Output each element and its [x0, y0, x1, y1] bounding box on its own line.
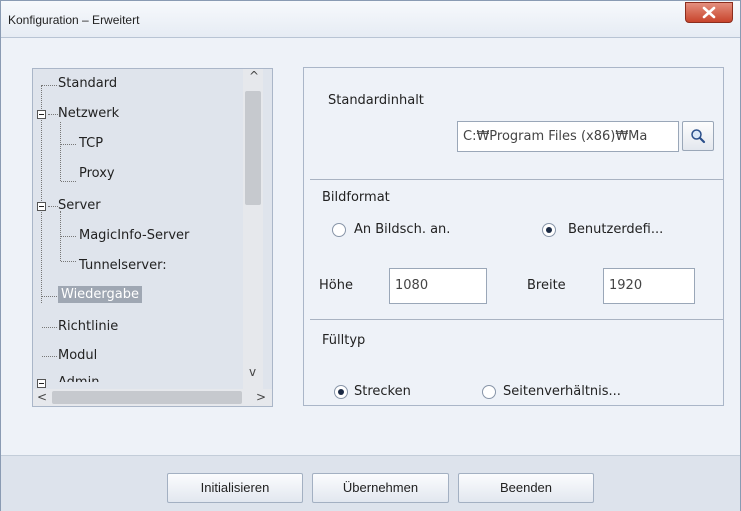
image-format-label: Bildformat	[322, 190, 390, 205]
window-title: Konfiguration – Erweitert	[8, 13, 140, 27]
tree-item-proxy[interactable]: Proxy	[79, 166, 115, 181]
tree-item-modul[interactable]: Modul	[58, 348, 97, 363]
tree-item-wiedergabe[interactable]: Wiedergabe	[58, 286, 143, 303]
tree-item-standard[interactable]: Standard	[58, 76, 117, 91]
default-content-label: Standardinhalt	[328, 93, 424, 108]
scroll-right-arrow-icon[interactable]: >	[256, 390, 266, 404]
title-bar: Konfiguration – Erweitert	[1, 1, 740, 38]
tree-item-tcp[interactable]: TCP	[79, 136, 103, 151]
scroll-left-arrow-icon[interactable]: <	[37, 390, 47, 404]
config-dialog: Konfiguration – Erweitert Standard Netzw…	[0, 0, 741, 511]
scroll-up-arrow-icon[interactable]: ^	[249, 69, 259, 83]
height-field[interactable]: 1080	[389, 268, 487, 304]
tree-vertical-scroll-thumb[interactable]	[245, 91, 261, 205]
radio-custom[interactable]	[542, 223, 556, 237]
radio-aspect-ratio-label[interactable]: Seitenverhältnis...	[503, 384, 621, 399]
expander-admin[interactable]	[37, 379, 46, 388]
divider-format	[310, 179, 723, 180]
width-label: Breite	[527, 278, 566, 293]
tree-horizontal-scroll-thumb[interactable]	[52, 391, 242, 404]
expander-server[interactable]	[37, 202, 46, 211]
radio-custom-label[interactable]: Benutzerdefi...	[568, 222, 663, 237]
radio-aspect-ratio[interactable]	[482, 385, 496, 399]
scroll-down-arrow-icon[interactable]: v	[249, 365, 256, 379]
width-field[interactable]: 1920	[603, 268, 695, 304]
radio-stretch-label[interactable]: Strecken	[354, 384, 411, 399]
initialize-button[interactable]: Initialisieren	[167, 473, 303, 503]
close-button[interactable]	[685, 2, 733, 23]
tree-item-server[interactable]: Server	[58, 198, 101, 213]
exit-button[interactable]: Beenden	[458, 473, 594, 503]
expander-netzwerk[interactable]	[37, 110, 46, 119]
close-icon	[702, 6, 716, 19]
default-content-path-field[interactable]: C:₩Program Files (x86)₩Ma	[457, 121, 679, 152]
radio-stretch[interactable]	[334, 385, 348, 399]
tree-item-netzwerk[interactable]: Netzwerk	[58, 106, 119, 121]
magnifier-icon	[691, 129, 706, 144]
fill-type-label: Fülltyp	[322, 333, 366, 348]
browse-button[interactable]	[682, 121, 714, 151]
apply-button[interactable]: Übernehmen	[312, 473, 449, 503]
tree-item-magicinfo-server[interactable]: MagicInfo-Server	[79, 228, 189, 243]
height-label: Höhe	[319, 278, 353, 293]
divider-fill	[310, 319, 723, 320]
tree-item-richtlinie[interactable]: Richtlinie	[58, 319, 118, 334]
radio-fit-screen[interactable]	[332, 223, 346, 237]
tree-item-tunnelserver[interactable]: Tunnelserver:	[79, 258, 167, 273]
radio-fit-screen-label[interactable]: An Bildsch. an.	[354, 222, 450, 237]
